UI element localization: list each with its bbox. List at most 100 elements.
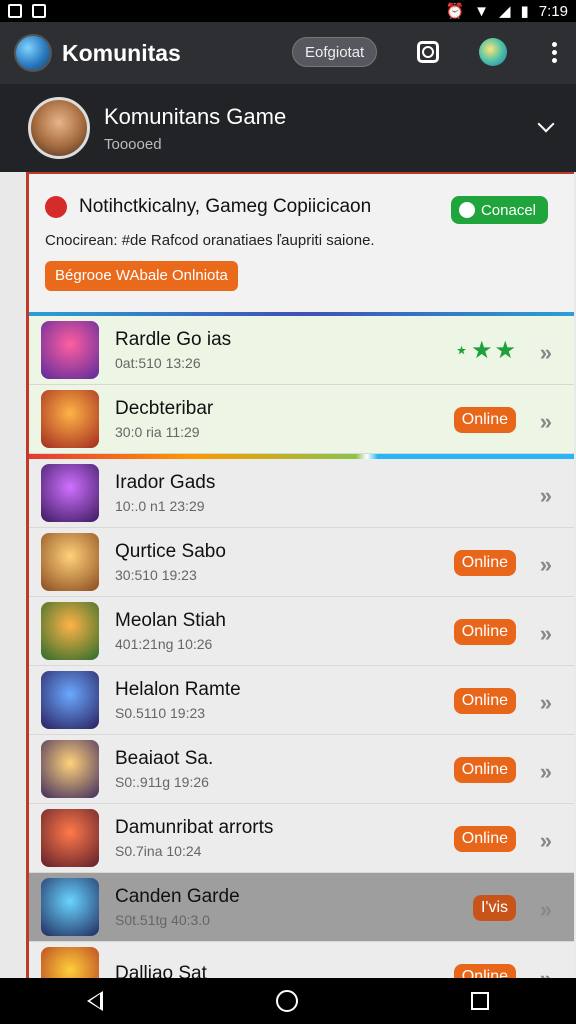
double-chevron-right-icon[interactable]: » [540, 828, 552, 854]
game-avatar-icon [41, 878, 99, 936]
status-right-icons: ⏰ ▼ ◢ ▮ 7:19 [445, 2, 568, 21]
globe-button[interactable] [479, 38, 507, 66]
game-row-text: Rardle Go ias 0at:510 13:26 [115, 329, 231, 371]
double-chevron-right-icon[interactable]: » [540, 409, 552, 435]
game-subtitle: 30:510 19:23 [115, 567, 197, 583]
game-row[interactable]: Helalon Ramte S0.5110 19:23 Online » [29, 666, 574, 735]
game-name: Meolan Stiah [115, 610, 226, 631]
alarm-icon: ⏰ [445, 3, 465, 20]
game-avatar-icon [41, 671, 99, 729]
game-row-text: Beaiaot Sa. S0:.911g 19:26 [115, 748, 213, 790]
game-row-text: Qurtice Sabo 30:510 19:23 [115, 541, 226, 583]
game-subtitle: S0.7ina 10:24 [115, 843, 202, 859]
notification-icon [8, 4, 22, 18]
game-avatar-icon [41, 464, 99, 522]
double-chevron-right-icon[interactable]: » [540, 966, 552, 978]
signal-icon: ◢ [498, 3, 511, 20]
game-name: Beaiaot Sa. [115, 748, 214, 769]
game-avatar-icon [41, 809, 99, 867]
game-list: Rardle Go ias 0at:510 13:26 ⋆★★» Decbteriba… [29, 316, 574, 978]
wifi-icon: ▼ [474, 2, 489, 20]
double-chevron-right-icon[interactable]: » [540, 759, 552, 785]
avatar[interactable] [28, 97, 90, 159]
game-name: Damunribat arrorts [115, 817, 274, 838]
status-badge: I'vis [472, 895, 516, 921]
check-icon [458, 202, 475, 218]
double-chevron-right-icon[interactable]: » [540, 340, 552, 366]
game-name: Dalliao Sat [115, 963, 207, 978]
connect-label: Conacel [480, 201, 536, 219]
game-subtitle: 10:.0 n1 23:29 [115, 498, 205, 514]
game-avatar-icon [41, 947, 99, 978]
game-row-text: Helalon Ramte S0.5110 19:23 [115, 679, 241, 721]
app-logo-icon[interactable] [14, 34, 52, 72]
double-chevron-right-icon[interactable]: » [540, 483, 552, 509]
status-badge: Online [453, 550, 516, 576]
game-row-text: Damunribat arrorts S0.7ina 10:24 [115, 817, 273, 859]
double-chevron-right-icon[interactable]: » [540, 897, 552, 923]
game-row-text: Irador Gads 10:.0 n1 23:29 [115, 472, 215, 514]
status-badge: Online [453, 757, 516, 783]
status-badge: Online [453, 619, 516, 645]
profile-text: Komunitans Game Tooooed [104, 104, 286, 153]
game-name: Decbteribar [115, 398, 214, 419]
recents-icon[interactable] [471, 992, 490, 1010]
status-badge: Online [453, 964, 516, 978]
game-row[interactable]: Meolan Stiah 401:21ng 10:26 Online » [29, 597, 574, 666]
notification-title: Notihctkicalny, Gameg Copiicicaon [79, 196, 372, 217]
notification-card: Notihctkicalny, Gameg Copiicicaon Conace… [29, 172, 574, 312]
back-icon[interactable] [86, 991, 103, 1011]
home-icon[interactable] [275, 990, 298, 1012]
game-name: Irador Gads [115, 472, 216, 493]
game-subtitle: S0t.51tg 40:3.0 [115, 912, 210, 928]
game-row[interactable]: Decbteribar 30:0 ria 11:29 Online » [29, 385, 574, 454]
status-bar: ⏰ ▼ ◢ ▮ 7:19 [0, 0, 576, 22]
chevron-down-icon[interactable] [537, 115, 555, 133]
game-row-text: Dalliao Sat [115, 963, 207, 978]
more-vert-icon [551, 41, 557, 63]
profile-name: Komunitans Game [104, 103, 287, 129]
game-subtitle: 0at:510 13:26 [115, 355, 201, 371]
status-badge: Online [453, 407, 516, 433]
app-bar: Komunitas Eofgiotat [0, 22, 576, 84]
camera-icon [417, 41, 439, 63]
game-subtitle: 30:0 ria 11:29 [115, 424, 200, 440]
game-row[interactable]: Rardle Go ias 0at:510 13:26 ⋆★★ » [29, 316, 574, 385]
rating-stars: ⋆★★ [453, 337, 518, 364]
profile-subtitle: Tooooed [104, 135, 162, 153]
game-row[interactable]: Canden Garde S0t.51tg 40:3.0 I'vis » [29, 873, 574, 942]
content-panel: Notihctkicalny, Gameg Copiicicaon Conace… [26, 172, 574, 978]
game-avatar-icon [41, 740, 99, 798]
game-row-text: Meolan Stiah 401:21ng 10:26 [115, 610, 226, 652]
pill-button[interactable]: Eofgiotat [292, 37, 378, 67]
navigation-bar [0, 978, 576, 1024]
game-name: Canden Garde [115, 886, 240, 907]
game-name: Qurtice Sabo [115, 541, 226, 562]
connect-button[interactable]: Conacel [450, 196, 548, 224]
alert-icon [45, 196, 67, 218]
double-chevron-right-icon[interactable]: » [540, 552, 552, 578]
square-icon-button[interactable] [414, 38, 442, 66]
profile-header[interactable]: Komunitans Game Tooooed [0, 84, 576, 172]
game-row[interactable]: Damunribat arrorts S0.7ina 10:24 Online » [29, 804, 574, 873]
status-time: 7:19 [538, 2, 568, 20]
game-subtitle: 401:21ng 10:26 [115, 636, 213, 652]
game-row-text: Decbteribar 30:0 ria 11:29 [115, 398, 213, 440]
game-row[interactable]: Qurtice Sabo 30:510 19:23 Online » [29, 528, 574, 597]
notification-action-button[interactable]: Bégrooe WAbale Onlniota [45, 261, 238, 291]
globe-icon [479, 38, 507, 66]
game-row[interactable]: Dalliao Sat Online » [29, 942, 574, 978]
overflow-menu-button[interactable] [540, 38, 568, 66]
game-avatar-icon [41, 602, 99, 660]
status-badge: Online [453, 826, 516, 852]
game-row[interactable]: Irador Gads 10:.0 n1 23:29 » [29, 459, 574, 528]
status-badge: Online [453, 688, 516, 714]
app-title: Komunitas [62, 39, 181, 66]
status-left-icons [8, 4, 46, 18]
double-chevron-right-icon[interactable]: » [540, 621, 552, 647]
double-chevron-right-icon[interactable]: » [540, 690, 552, 716]
mail-icon [32, 4, 46, 18]
game-row[interactable]: Beaiaot Sa. S0:.911g 19:26 Online » [29, 735, 574, 804]
game-name: Helalon Ramte [115, 679, 241, 700]
battery-icon: ▮ [520, 3, 529, 20]
